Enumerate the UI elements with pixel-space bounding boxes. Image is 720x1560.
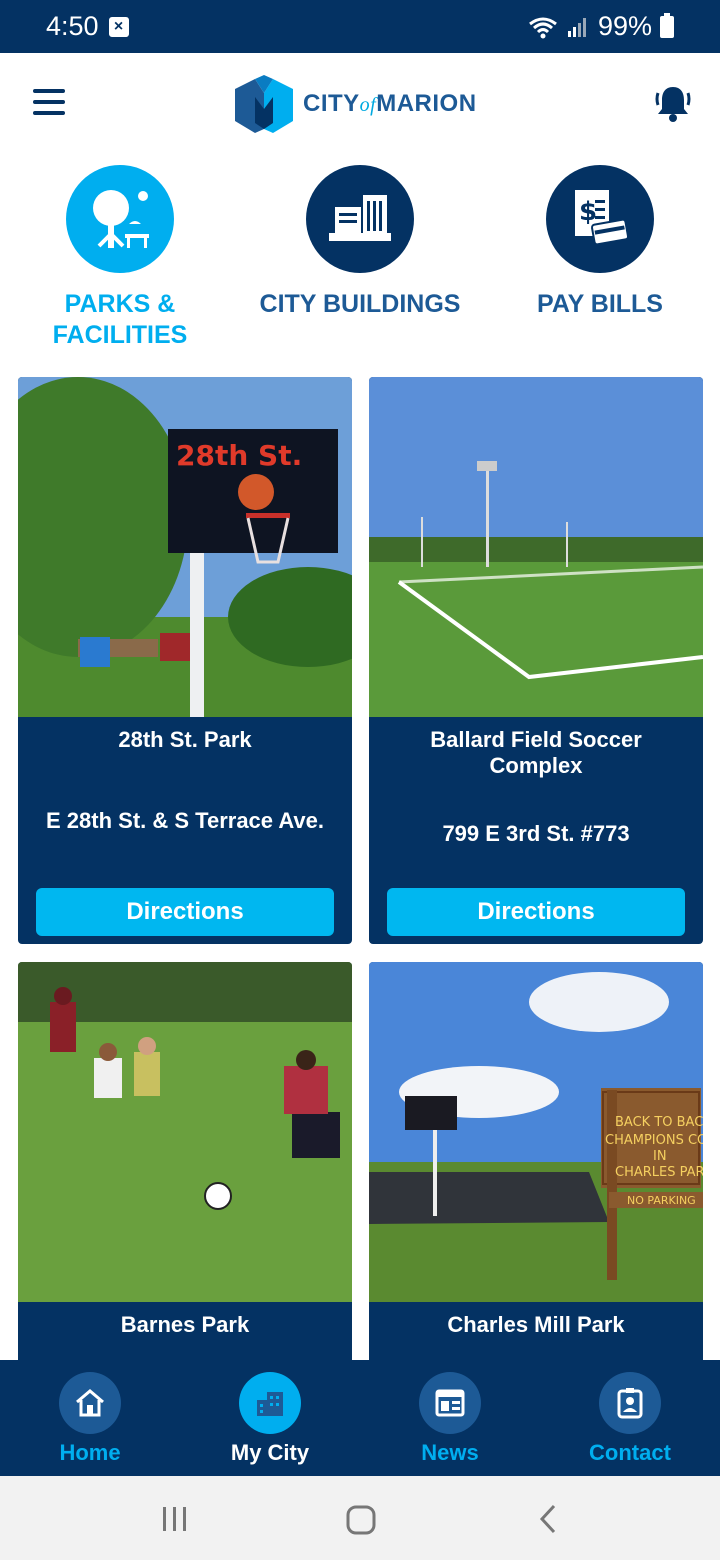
battery-percent: 99% bbox=[597, 11, 652, 41]
signal-icon bbox=[567, 17, 586, 37]
category-city-buildings[interactable]: CITY BUILDINGS bbox=[240, 160, 480, 320]
category-label: PAY BILLS bbox=[537, 290, 663, 318]
card-title: Barnes Park bbox=[120, 1312, 250, 1337]
buildings-icon bbox=[306, 165, 414, 273]
nav-my-city[interactable]: My City bbox=[180, 1372, 360, 1466]
park-card: Ballard Field Soccer Complex 799 E 3rd S… bbox=[369, 377, 703, 944]
card-address: E 28th St. & S Terrace Ave. bbox=[46, 808, 324, 833]
nav-news[interactable]: News bbox=[360, 1372, 540, 1466]
status-bar: 4:50 × 99% bbox=[0, 0, 720, 53]
svg-text:CHARLES PARK: CHARLES PARK bbox=[615, 1165, 703, 1180]
logo-marion: MARION bbox=[376, 90, 477, 117]
logo-city: CITY bbox=[303, 90, 360, 117]
svg-text:CHAMPIONS COU: CHAMPIONS COU bbox=[605, 1133, 703, 1148]
nav-label: Contact bbox=[589, 1440, 671, 1465]
sign-text: 28th St. bbox=[176, 439, 302, 472]
wifi-icon bbox=[529, 17, 557, 38]
status-time: 4:50 bbox=[46, 11, 99, 41]
card-title: Ballard Field Soccer Complex bbox=[430, 727, 642, 778]
category-parks-facilities[interactable]: PARKS & FACILITIES bbox=[0, 160, 240, 351]
notification-bell-icon[interactable] bbox=[654, 83, 692, 123]
card-title: 28th St. Park bbox=[118, 727, 252, 752]
bottom-nav: Home My City News Contact bbox=[0, 1360, 720, 1476]
home-button-icon[interactable] bbox=[343, 1502, 379, 1538]
svg-text:BACK TO BACK: BACK TO BACK bbox=[615, 1115, 703, 1130]
city-logo: CITYofMARION bbox=[233, 75, 477, 133]
park-photo: BACK TO BACK CHAMPIONS COU IN CHARLES PA… bbox=[369, 962, 703, 1302]
card-title: Charles Mill Park bbox=[447, 1312, 625, 1337]
category-label: CITY BUILDINGS bbox=[259, 290, 461, 318]
app-header: CITYofMARION bbox=[0, 53, 720, 157]
menu-icon[interactable] bbox=[33, 89, 65, 115]
svg-text:NO PARKING: NO PARKING bbox=[627, 1194, 696, 1207]
nav-label: News bbox=[421, 1440, 479, 1465]
park-photo bbox=[369, 377, 703, 717]
park-card: Barnes Park bbox=[18, 962, 352, 1382]
system-nav-bar bbox=[0, 1476, 720, 1560]
notification-icon: × bbox=[108, 16, 129, 37]
category-pay-bills[interactable]: $ PAY BILLS bbox=[480, 160, 720, 320]
parks-icon bbox=[66, 165, 174, 273]
home-icon bbox=[59, 1372, 121, 1434]
category-label-line1: PARKS & bbox=[64, 290, 176, 318]
park-photo: 28th St. bbox=[18, 377, 352, 717]
bill-icon: $ bbox=[546, 165, 654, 273]
recent-apps-icon[interactable] bbox=[158, 1502, 192, 1536]
nav-home[interactable]: Home bbox=[0, 1372, 180, 1466]
logo-of: of bbox=[359, 94, 377, 116]
back-icon[interactable] bbox=[534, 1502, 564, 1536]
nav-contact[interactable]: Contact bbox=[540, 1372, 720, 1466]
svg-text:IN: IN bbox=[653, 1149, 667, 1164]
park-card: 28th St. 28th St. Park E 28th St. & S Te… bbox=[18, 377, 352, 944]
nav-label: Home bbox=[59, 1440, 121, 1465]
news-icon bbox=[419, 1372, 481, 1434]
directions-button[interactable]: Directions bbox=[36, 888, 334, 936]
category-row: PARKS & FACILITIES CITY BUILDINGS $ PAY … bbox=[0, 160, 720, 360]
category-label-line2: FACILITIES bbox=[52, 321, 188, 349]
park-card: BACK TO BACK CHAMPIONS COU IN CHARLES PA… bbox=[369, 962, 703, 1382]
logo-mark-icon bbox=[235, 75, 293, 133]
park-photo bbox=[18, 962, 352, 1302]
battery-icon bbox=[660, 12, 674, 38]
city-icon bbox=[239, 1372, 301, 1434]
contact-icon bbox=[599, 1372, 661, 1434]
nav-label: My City bbox=[230, 1440, 310, 1465]
svg-text:$: $ bbox=[579, 197, 597, 227]
card-address: 799 E 3rd St. #773 bbox=[442, 821, 630, 846]
directions-button[interactable]: Directions bbox=[387, 888, 685, 936]
